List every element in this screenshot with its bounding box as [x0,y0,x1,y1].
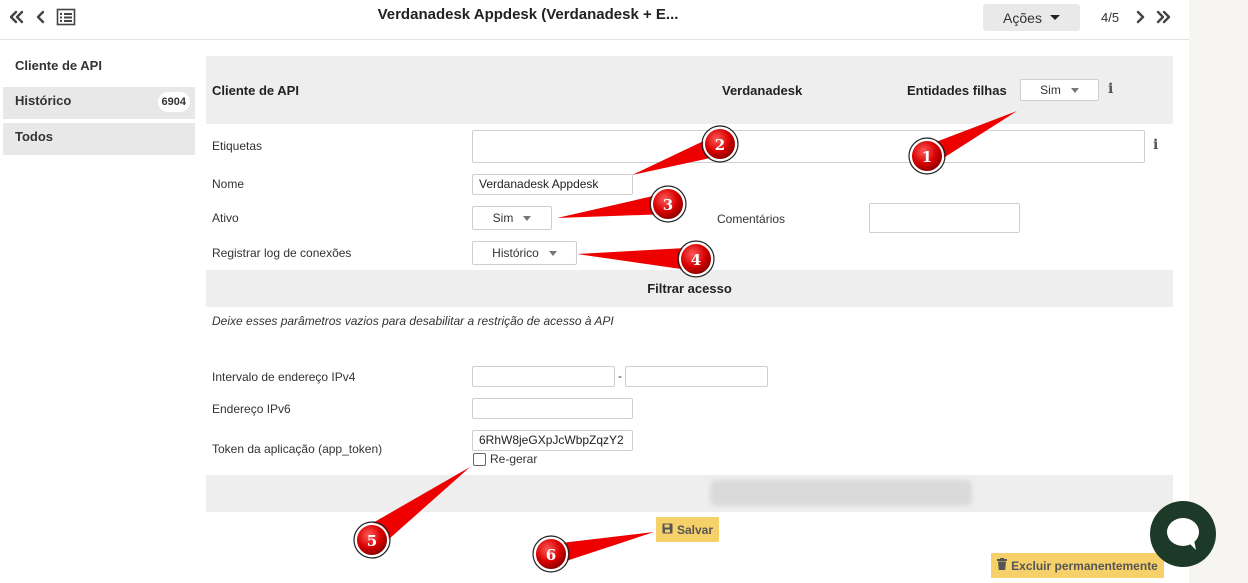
actions-label: Ações [1003,9,1042,26]
top-bar: Verdanadesk Appdesk (Verdanadesk + E... … [0,0,1189,40]
chat-icon [1167,518,1199,550]
actions-dropdown-button[interactable]: Ações [983,4,1080,31]
select-value: Sim [1040,83,1061,97]
section-title: Cliente de API [212,83,299,98]
pager-counter: 4/5 [1101,10,1120,25]
sidebar-item-cliente-api[interactable]: Cliente de API [3,52,195,84]
child-entities-select[interactable]: Sim [1020,79,1099,101]
filter-note: Deixe esses parâmetros vazios para desab… [212,314,614,328]
sidebar-item-label: Cliente de API [15,58,102,73]
save-icon [662,523,673,537]
previous-icon[interactable] [35,9,47,28]
ipv6-label: Endereço IPv6 [212,402,291,416]
trash-icon [997,558,1008,573]
name-input[interactable]: Verdanadesk Appdesk [472,174,633,195]
log-label: Registrar log de conexões [212,246,352,260]
caret-down-icon [1049,15,1060,20]
token-input[interactable]: 6RhW8jeGXpJcWbpZqzY2 [472,430,633,451]
child-entities-label: Entidades filhas [907,83,1007,98]
log-select[interactable]: Histórico [472,241,577,265]
ipv4-to-input[interactable] [625,366,768,387]
next-icon[interactable] [1134,9,1146,28]
save-label: Salvar [676,522,714,537]
chat-button[interactable] [1150,501,1216,567]
select-value: Histórico [492,246,539,260]
regenerate-label: Re-gerar [490,452,538,466]
regenerate-checkbox[interactable] [473,453,486,466]
info-icon[interactable]: i [1153,137,1158,153]
chevron-down-icon [548,250,557,256]
select-value: Sim [492,211,514,225]
list-icon[interactable] [56,8,76,29]
footer-band [206,475,1173,512]
sidebar-item-label: Todos [15,129,54,144]
info-icon[interactable]: i [1108,81,1113,97]
comments-textarea[interactable] [869,203,1020,233]
labels-label: Etiquetas [212,139,263,153]
delete-permanently-button[interactable]: Excluir permanentemente [991,553,1164,578]
filter-title: Filtrar acesso [647,281,732,296]
chevron-down-icon [523,215,532,221]
page-title: Verdanadesk Appdesk (Verdanadesk + E... [377,6,679,23]
first-page-icon[interactable] [8,9,26,28]
sidebar-item-label: Histórico [15,93,72,108]
ipv4-from-input[interactable] [472,366,615,387]
delete-label: Excluir permanentemente [1011,558,1158,573]
comments-label: Comentários [717,212,786,226]
active-label: Ativo [212,211,239,225]
name-label: Nome [212,177,245,191]
labels-input[interactable] [472,130,1145,163]
entity-name: Verdanadesk [722,83,803,98]
chevron-down-icon [1070,87,1079,93]
ipv4-label: Intervalo de endereço IPv4 [212,370,356,384]
active-select[interactable]: Sim [472,206,552,230]
ipv4-separator: - [618,369,622,383]
sidebar-item-todos[interactable]: Todos [3,123,195,155]
ipv6-input[interactable] [472,398,633,419]
sidebar-item-historico[interactable]: Histórico 6904 [3,87,195,119]
token-label: Token da aplicação (app_token) [212,442,383,456]
last-page-icon[interactable] [1154,9,1172,28]
blurred-text [710,480,972,506]
save-button[interactable]: Salvar [656,517,719,542]
count-badge: 6904 [157,92,190,112]
